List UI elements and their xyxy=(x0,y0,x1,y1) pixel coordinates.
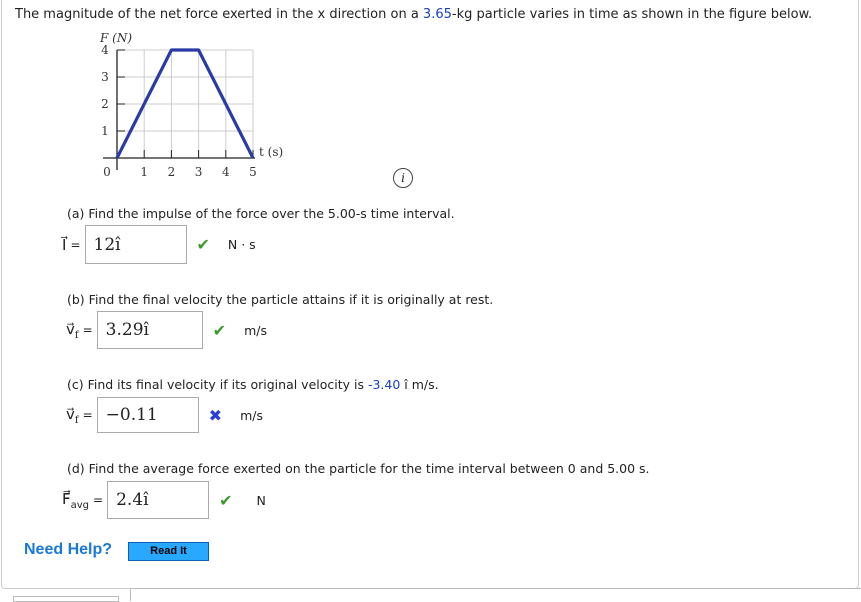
y-tick-label: 2 xyxy=(101,97,109,111)
y-tick-label: 1 xyxy=(101,124,109,138)
y-tick-label: 3 xyxy=(101,70,109,84)
y-axis-label: F (N) xyxy=(99,31,132,45)
part-d-unit: N xyxy=(256,492,266,508)
velocity-symbol: v⃗f xyxy=(66,319,79,341)
part-d-input[interactable]: 2.4î xyxy=(107,481,210,519)
info-icon[interactable]: i xyxy=(393,168,413,188)
force-symbol: F⃗avg xyxy=(62,489,90,511)
bottom-panel-edge xyxy=(130,588,861,601)
part-c-answer-row: v⃗f = −0.11 ✖ m/s xyxy=(66,397,263,433)
x-tick-label: 0 xyxy=(103,165,111,179)
impulse-symbol: I⃗ xyxy=(62,235,67,254)
part-a-text: (a) Find the impulse of the force over t… xyxy=(67,206,455,221)
part-d-text: (d) Find the average force exerted on th… xyxy=(67,461,650,476)
force-time-chart: 1 2 3 4 0 1 2 3 4 5 F (N) t (s) xyxy=(99,31,283,179)
part-b-text: (b) Find the final velocity the particle… xyxy=(67,292,494,307)
x-tick-label: 2 xyxy=(168,165,176,179)
y-tick-label: 4 xyxy=(101,43,109,57)
part-c-input[interactable]: −0.11 xyxy=(96,397,199,433)
part-a-input[interactable]: 12î xyxy=(84,225,187,264)
part-d-answer-row: F⃗avg = 2.4î ✔ N xyxy=(62,481,266,519)
question-text: The magnitude of the net force exerted i… xyxy=(15,7,813,22)
check-icon: ✔ xyxy=(219,490,233,510)
part-c-text: (c) Find its final velocity if its origi… xyxy=(67,377,439,392)
part-b-input[interactable]: 3.29î xyxy=(96,311,203,349)
part-b-unit: m/s xyxy=(244,322,267,338)
x-tick-label: 1 xyxy=(140,165,148,179)
part-b-answer-row: v⃗f = 3.29î ✔ m/s xyxy=(66,311,267,349)
velocity-symbol: v⃗f xyxy=(66,404,79,426)
read-it-button[interactable]: Read It xyxy=(128,542,209,561)
check-icon: ✔ xyxy=(196,235,210,254)
x-tick-label: 3 xyxy=(195,165,203,179)
bottom-button-edge[interactable] xyxy=(13,596,119,602)
x-tick-label: 5 xyxy=(249,165,257,179)
check-icon: ✔ xyxy=(212,320,227,340)
need-help-label: Need Help? xyxy=(24,541,113,558)
part-a-answer-row: I⃗ = 12î ✔ N · s xyxy=(62,225,256,264)
x-tick-label: 4 xyxy=(222,165,230,179)
part-a-unit: N · s xyxy=(227,237,256,252)
x-axis-label: t (s) xyxy=(259,145,283,159)
x-icon: ✖ xyxy=(208,405,223,425)
part-c-unit: m/s xyxy=(240,407,263,423)
